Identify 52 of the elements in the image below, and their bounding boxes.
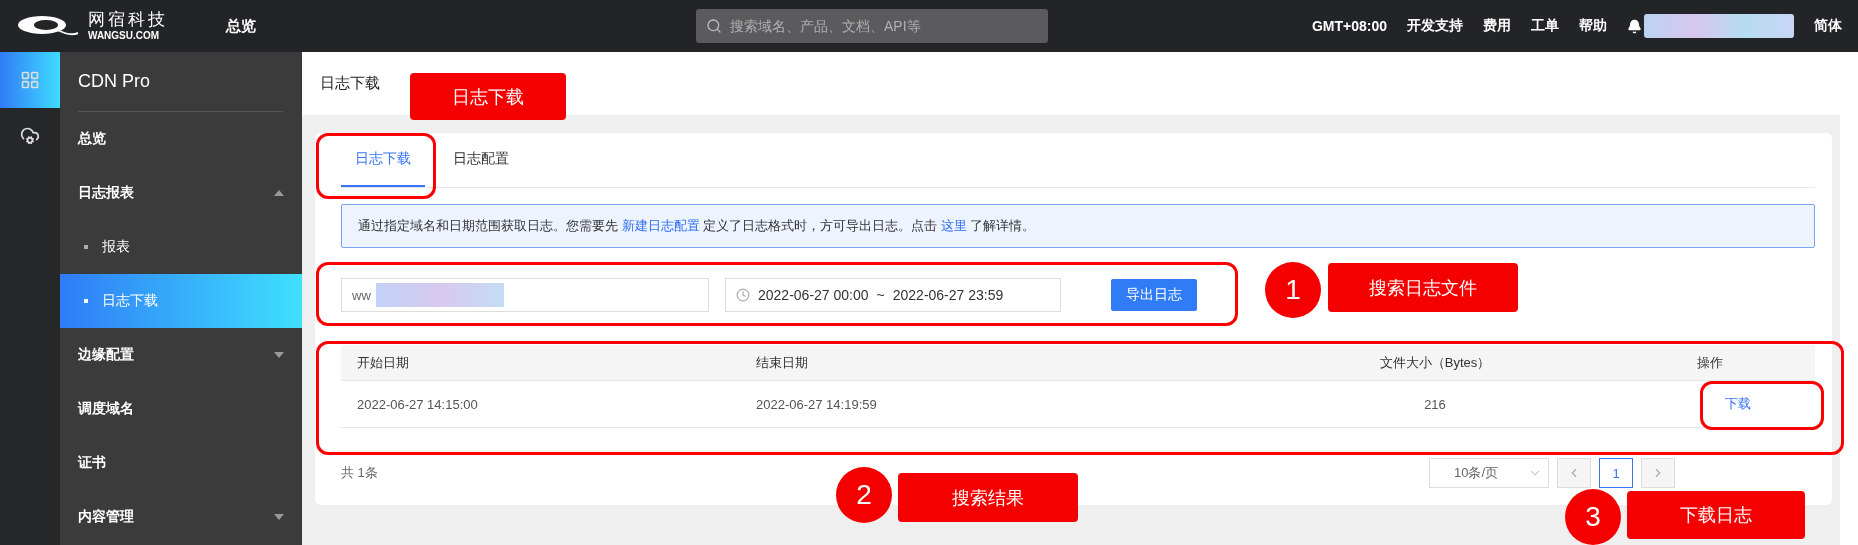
table-cell-text: 2022-06-27 14:15:00 — [356, 396, 479, 412]
bell-icon[interactable] — [1627, 18, 1642, 34]
chevron-down-icon — [1530, 470, 1540, 476]
caret-icon — [274, 190, 284, 196]
export-button[interactable]: 导出日志 — [1111, 279, 1197, 311]
column-header: 操作 — [1695, 353, 1724, 372]
sidebar-item[interactable]: 调度域名 — [60, 382, 302, 436]
column-header: 结束日期 — [755, 353, 809, 372]
grid-icon — [20, 70, 40, 90]
sidebar-title: CDN Pro — [78, 52, 283, 112]
sidebar-item[interactable]: 总览 — [60, 112, 302, 166]
sidebar-item[interactable]: 内容管理 — [60, 490, 302, 544]
logo-text: 网宿科技 — [88, 11, 168, 28]
page-button[interactable]: 1 — [1599, 458, 1633, 488]
sidebar-item[interactable]: 报表 — [60, 220, 302, 274]
date-range-field[interactable]: 2022-06-27 00:00 ~ 2022-06-27 23:59 — [725, 278, 1061, 312]
header-link[interactable]: 费用 — [1483, 17, 1511, 35]
caret-icon — [274, 352, 284, 358]
notice-link[interactable]: 新建日志配置 — [621, 218, 700, 233]
notice-text: 通过指定域名和日期范围获取日志。您需要先 新建日志配置 定义了日志格式时，方可导出日志。点击 这里 了解详情。 — [358, 217, 1036, 235]
clock-icon — [736, 288, 750, 302]
sidebar-item[interactable]: 日志报表 — [60, 166, 302, 220]
annotation-label: 下载日志 — [1627, 491, 1805, 539]
domain-field[interactable]: ww — [341, 278, 709, 312]
header-link[interactable]: GMT+08:00 — [1311, 18, 1387, 34]
notice-link[interactable]: 这里 — [940, 218, 967, 233]
sidebar-item[interactable]: 证书 — [60, 436, 302, 490]
page-size-select[interactable]: 10条/页 — [1429, 458, 1549, 488]
search-input[interactable]: 搜索域名、产品、文档、API等 — [728, 17, 1038, 35]
search-field[interactable]: 搜索域名、产品、文档、API等 — [696, 9, 1048, 43]
logo-subtext: WANGSU.COM — [88, 31, 161, 41]
annotation-label: 搜索日志文件 — [1328, 263, 1518, 312]
table-cell-text: 2022-06-27 14:19:59 — [755, 396, 878, 412]
annotation-label: 日志下载 — [410, 73, 566, 120]
nav-link[interactable]: 总览 — [226, 16, 256, 36]
cloud-icon — [20, 126, 40, 146]
header-link[interactable]: 工单 — [1531, 17, 1559, 35]
header-link[interactable]: 帮助 — [1579, 17, 1607, 35]
caret-icon — [274, 514, 284, 520]
language-link[interactable]: 简体 — [1814, 17, 1842, 35]
sidebar-item[interactable]: 边缘配置 — [60, 328, 302, 382]
table-cell-text: 216 — [1423, 396, 1447, 412]
column-header: 文件大小（Bytes） — [1378, 353, 1492, 372]
page-title: 日志下载 — [320, 74, 380, 93]
download-link[interactable]: 下载 — [1724, 395, 1751, 413]
header-link[interactable]: 开发支持 — [1407, 17, 1463, 35]
search-icon — [706, 18, 722, 34]
annotation-label: 搜索结果 — [898, 473, 1078, 522]
total-count: 共 1条 — [341, 464, 378, 482]
column-header: 开始日期 — [356, 353, 410, 372]
tab[interactable]: 日志下载 — [341, 133, 425, 187]
tab[interactable]: 日志配置 — [439, 133, 523, 187]
